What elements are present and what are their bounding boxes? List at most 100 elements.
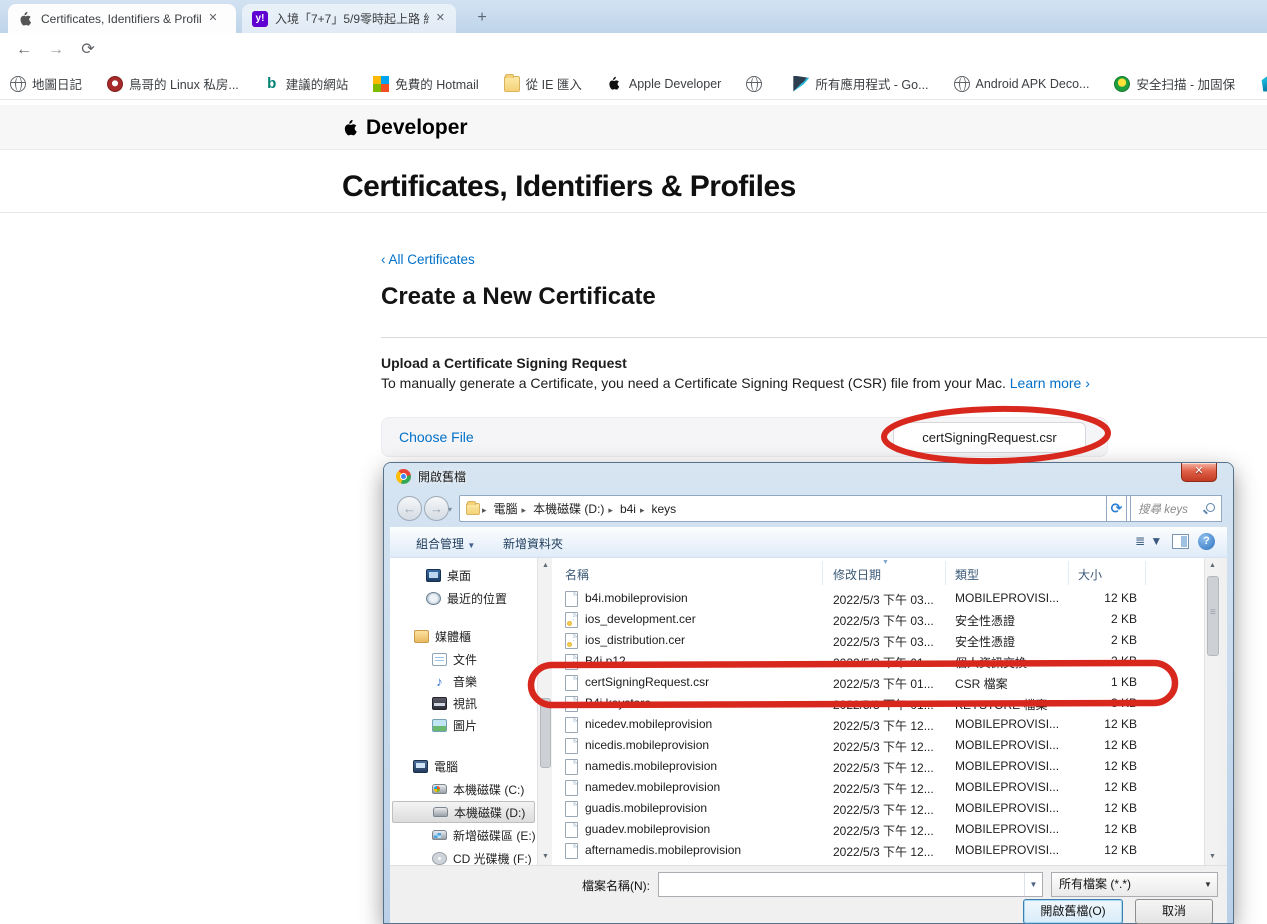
back-icon[interactable]: ← xyxy=(12,38,36,62)
preview-pane-icon[interactable] xyxy=(1172,534,1189,549)
videos-icon xyxy=(432,696,447,710)
column-size[interactable]: 大小 xyxy=(1078,566,1102,583)
choose-file-button[interactable]: Choose File xyxy=(399,418,474,456)
scroll-down-icon[interactable]: ▼ xyxy=(538,849,553,865)
nav-item-cd-f[interactable]: CD 光碟機 (F:) xyxy=(432,847,532,865)
scrollbar-thumb[interactable] xyxy=(1207,576,1219,656)
apple-developer-header xyxy=(0,105,1267,150)
scroll-up-icon[interactable]: ▲ xyxy=(1205,558,1220,574)
column-type[interactable]: 類型 xyxy=(955,566,979,583)
nav-item-desktop[interactable]: 桌面 xyxy=(426,564,471,586)
dialog-back-icon[interactable]: ← xyxy=(397,496,422,521)
reload-icon[interactable]: ⟳ xyxy=(76,38,100,62)
file-row[interactable]: nicedis.mobileprovision 2022/5/3 下午 12..… xyxy=(552,735,1204,756)
upload-csr-description: To manually generate a Certificate, you … xyxy=(381,375,1090,391)
file-row[interactable]: namedis.mobileprovision 2022/5/3 下午 12..… xyxy=(552,756,1204,777)
new-folder-button[interactable]: 新增資料夾 xyxy=(503,535,563,552)
bookmark-item[interactable] xyxy=(746,75,768,92)
file-row[interactable]: B4i.p12 2022/5/3 下午 01... 個人資訊交換 2 KB xyxy=(552,651,1204,672)
open-button[interactable]: 開啟舊檔(O) xyxy=(1023,899,1123,924)
file-row[interactable]: certSigningRequest.csr 2022/5/3 下午 01...… xyxy=(552,672,1204,693)
tab-certificates[interactable]: Certificates, Identifiers & Profile ✕ xyxy=(8,4,236,33)
dialog-close-button[interactable]: ✕ xyxy=(1181,463,1217,482)
bookmark-item[interactable]: B4X Commur xyxy=(1260,75,1267,92)
bookmark-item[interactable]: 免費的 Hotmail xyxy=(373,74,479,93)
file-date: 2022/5/3 下午 01... xyxy=(833,698,934,712)
pictures-icon xyxy=(432,718,447,732)
learn-more-link[interactable]: Learn more › xyxy=(1010,375,1090,391)
nav-item-computer[interactable]: 電腦 xyxy=(413,755,458,777)
apple-developer-logo[interactable]: Developer xyxy=(342,116,468,140)
nav-item-pictures[interactable]: 圖片 xyxy=(432,714,477,736)
bookmark-item[interactable]: 安全扫描 - 加固保 xyxy=(1114,74,1235,93)
new-tab-button[interactable]: + xyxy=(468,8,496,28)
nav-item-libraries[interactable]: 媒體櫃 xyxy=(414,625,471,647)
scroll-up-icon[interactable]: ▲ xyxy=(538,558,553,574)
bookmark-item[interactable]: b 建議的網站 xyxy=(264,74,348,93)
file-name-input[interactable]: ▼ xyxy=(658,872,1043,897)
file-list-scrollbar[interactable]: ▲ ▼ xyxy=(1204,558,1220,865)
file-type-select[interactable]: 所有檔案 (*.*) ▼ xyxy=(1051,872,1218,897)
file-row[interactable]: afternamedis.mobileprovision 2022/5/3 下午… xyxy=(552,840,1204,861)
breadcrumb-keys[interactable]: keys xyxy=(638,502,678,516)
file-row[interactable]: ios_distribution.cer 2022/5/3 下午 03... 安… xyxy=(552,630,1204,651)
file-row[interactable]: B4i.keystore 2022/5/3 下午 01... KEYSTORE … xyxy=(552,693,1204,714)
file-row[interactable]: b4i.mobileprovision 2022/5/3 下午 03... MO… xyxy=(552,588,1204,609)
help-icon[interactable]: ? xyxy=(1198,533,1215,550)
chosen-filename-field[interactable]: certSigningRequest.csr xyxy=(893,422,1086,453)
tab-close-icon[interactable]: ✕ xyxy=(205,11,221,27)
breadcrumb-drive-d[interactable]: 本機磁碟 (D:) xyxy=(520,500,607,517)
history-dropdown-icon[interactable]: ▾ xyxy=(448,505,452,514)
bookmark-item[interactable]: Android APK Deco... xyxy=(953,75,1089,92)
file-row[interactable]: namedev.mobileprovision 2022/5/3 下午 12..… xyxy=(552,777,1204,798)
organize-menu[interactable]: 組合管理 ▼ xyxy=(416,535,475,552)
tab-title: 入境「7+7」5/9零時起上路 維持 xyxy=(275,12,429,26)
file-row[interactable]: nicedev.mobileprovision 2022/5/3 下午 12..… xyxy=(552,714,1204,735)
file-row[interactable]: guadis.mobileprovision 2022/5/3 下午 12...… xyxy=(552,798,1204,819)
bookmark-item[interactable]: 地圖日記 xyxy=(10,74,82,93)
nav-item-disk-c[interactable]: 本機磁碟 (C:) xyxy=(432,778,524,800)
breadcrumb[interactable]: 電腦 本機磁碟 (D:) b4i keys ▼ xyxy=(459,495,1179,522)
column-date-modified[interactable]: 修改日期 xyxy=(833,566,881,583)
forward-icon[interactable]: → xyxy=(44,38,68,62)
dialog-titlebar[interactable]: 開啟舊檔 xyxy=(396,468,466,485)
file-row[interactable]: guadev.mobileprovision 2022/5/3 下午 12...… xyxy=(552,819,1204,840)
navigation-scrollbar[interactable]: ▲ ▼ xyxy=(537,558,552,865)
nav-item-videos[interactable]: 視訊 xyxy=(432,692,477,714)
cancel-button[interactable]: 取消 xyxy=(1135,899,1213,924)
yahoo-favicon-icon: y! xyxy=(252,10,268,27)
column-name[interactable]: 名稱 xyxy=(565,566,589,583)
file-date: 2022/5/3 下午 01... xyxy=(833,677,934,691)
breadcrumb-b4i[interactable]: b4i xyxy=(606,502,638,516)
file-name: namedev.mobileprovision xyxy=(585,780,721,794)
views-menu-icon[interactable]: ≣ ▼ xyxy=(1135,534,1163,548)
scroll-down-icon[interactable]: ▼ xyxy=(1205,849,1220,865)
tab-news[interactable]: y! 入境「7+7」5/9零時起上路 維持 ✕ xyxy=(242,4,456,33)
dialog-forward-icon[interactable]: → xyxy=(424,496,449,521)
chevron-down-icon: ▼ xyxy=(1204,880,1212,889)
file-row[interactable]: ios_development.cer 2022/5/3 下午 03... 安全… xyxy=(552,609,1204,630)
disk-d-icon xyxy=(433,807,448,817)
nav-item-documents[interactable]: 文件 xyxy=(432,648,477,670)
breadcrumb-computer[interactable]: 電腦 xyxy=(480,500,520,517)
file-size: 1 KB xyxy=(1110,675,1137,689)
file-icon xyxy=(565,822,578,838)
refresh-icon[interactable]: ⟳ xyxy=(1106,495,1127,522)
nav-item-recent-places[interactable]: 最近的位置 xyxy=(426,587,507,609)
bookmark-item[interactable]: 所有應用程式 - Go... xyxy=(793,74,929,93)
desktop-icon xyxy=(426,568,441,582)
scrollbar-thumb[interactable] xyxy=(540,698,551,768)
all-certificates-link[interactable]: ‹ All Certificates xyxy=(381,252,475,267)
file-name-label: 檔案名稱(N): xyxy=(582,879,650,893)
nav-item-disk-e[interactable]: 新增磁碟區 (E:) xyxy=(432,824,536,846)
nav-item-disk-d-selected[interactable]: 本機磁碟 (D:) xyxy=(392,801,535,823)
bookmark-item[interactable]: 從 IE 匯入 xyxy=(503,73,582,93)
bookmark-item[interactable]: 鳥哥的 Linux 私房... xyxy=(107,74,239,93)
chevron-down-icon[interactable]: ▼ xyxy=(1024,873,1042,896)
file-icon xyxy=(565,843,578,859)
bookmark-item[interactable]: Apple Developer xyxy=(607,76,721,92)
nav-item-music[interactable]: ♪ 音樂 xyxy=(432,670,477,692)
dialog-search-input[interactable]: 搜尋 keys xyxy=(1130,495,1222,522)
bookmarks-bar: 地圖日記 鳥哥的 Linux 私房... b 建議的網站 免費的 Hotmail… xyxy=(0,68,1267,100)
tab-close-icon[interactable]: ✕ xyxy=(433,11,448,27)
